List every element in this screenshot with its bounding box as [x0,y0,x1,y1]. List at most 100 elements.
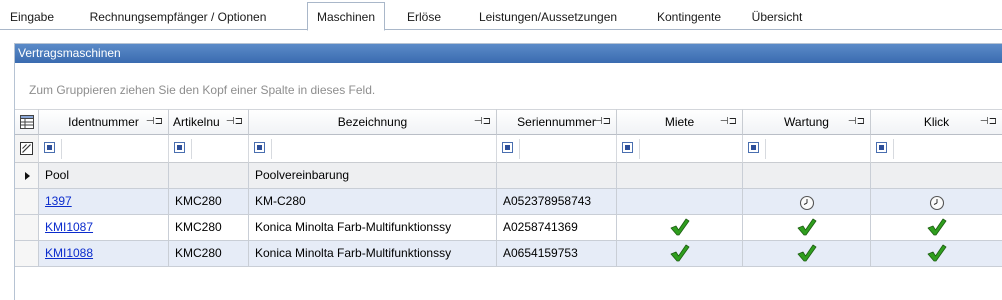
filter-cell-miete [617,135,743,163]
filter-input-wartung[interactable] [765,139,866,159]
cell-text: A052378958743 [503,194,592,208]
pin-icon[interactable]: ⊣⊐ [594,110,611,134]
column-label: Bezeichnung [337,115,408,129]
cell-artikel[interactable]: KMC280 [169,215,249,241]
filter-row [15,135,1002,163]
filter-operator-button[interactable] [254,142,265,153]
cell-miete[interactable] [617,163,743,189]
ident-link[interactable]: KMI1088 [45,246,93,260]
table-row[interactable]: Pool Poolvereinbarung [15,163,1002,189]
cell-artikel[interactable]: KMC280 [169,241,249,267]
checkmark-icon [797,218,817,240]
row-indicator[interactable] [15,163,39,189]
cell-wartung[interactable] [743,241,871,267]
ident-link[interactable]: KMI1087 [45,220,93,234]
filter-cell-identnummer [39,135,169,163]
row-indicator[interactable] [15,241,39,267]
tab-rechnungsempfaenger-optionen[interactable]: Rechnungsempfänger / Optionen [80,6,276,30]
cell-serien[interactable]: A052378958743 [497,189,617,215]
filter-operator-button[interactable] [876,142,887,153]
column-label: Klick [923,115,950,129]
cell-klick[interactable] [871,163,1002,189]
filter-cell-wartung [743,135,871,163]
cell-wartung[interactable] [743,215,871,241]
tab-kontingente[interactable]: Kontingente [646,6,732,30]
row-indicator[interactable] [15,189,39,215]
pin-icon[interactable]: ⊣⊐ [980,110,997,134]
group-by-hint: Zum Gruppieren ziehen Sie den Kopf einer… [29,83,376,97]
table-row[interactable]: KMI1088 KMC280 Konica Minolta Farb-Multifu… [15,241,1002,267]
column-header-wartung[interactable]: Wartung ⊣⊐ [743,109,871,135]
pin-icon[interactable]: ⊣⊐ [146,110,163,134]
filter-clear-button[interactable] [15,135,39,163]
filter-operator-button[interactable] [174,142,185,153]
filter-operator-button[interactable] [622,142,633,153]
filter-operator-button[interactable] [502,142,513,153]
panel-caption: Vertragsmaschinen [15,44,1002,63]
cell-wartung[interactable] [743,163,871,189]
row-indicator[interactable] [15,215,39,241]
cell-klick[interactable] [871,215,1002,241]
pin-icon[interactable]: ⊣⊐ [848,110,865,134]
cell-serien[interactable]: A0258741369 [497,215,617,241]
cell-text: Poolvereinbarung [255,168,350,182]
column-header-identnummer[interactable]: Identnummer ⊣⊐ [39,109,169,135]
tab-maschinen[interactable]: Maschinen [307,2,385,31]
cell-miete[interactable] [617,189,743,215]
table-row[interactable]: 1397 KMC280 KM-C280 A052378958743 [15,189,1002,215]
cell-artikel[interactable] [169,163,249,189]
filter-input-artikelnummer[interactable] [191,139,244,159]
cell-serien[interactable] [497,163,617,189]
clock-icon [929,195,945,214]
filter-clear-icon [20,142,33,155]
cell-text: Pool [45,168,70,182]
column-header-bezeichnung[interactable]: Bezeichnung ⊣⊐ [249,109,497,135]
checkmark-icon [670,218,690,240]
filter-input-miete[interactable] [639,139,738,159]
filter-input-seriennummer[interactable] [519,139,612,159]
filter-cell-bezeichnung [249,135,497,163]
tab-strip-divider [0,29,1002,30]
column-header-artikelnummer[interactable]: Artikelnu ⊣⊐ [169,109,249,135]
checkmark-icon [927,244,947,266]
cell-bezeichnung[interactable]: KM-C280 [249,189,497,215]
column-chooser-button[interactable] [15,109,39,135]
filter-operator-button[interactable] [748,142,759,153]
cell-ident[interactable]: Pool [39,163,169,189]
filter-input-klick[interactable] [893,139,998,159]
pin-icon[interactable]: ⊣⊐ [474,110,491,134]
column-header-miete[interactable]: Miete ⊣⊐ [617,109,743,135]
cell-klick[interactable] [871,189,1002,215]
cell-ident[interactable]: KMI1088 [39,241,169,267]
cell-bezeichnung[interactable]: Konica Minolta Farb-Multifunktionssy [249,241,497,267]
table-row[interactable]: KMI1087 KMC280 Konica Minolta Farb-Multifu… [15,215,1002,241]
column-chooser-icon [20,115,34,129]
pin-icon[interactable]: ⊣⊐ [720,110,737,134]
cell-text: Konica Minolta Farb-Multifunktionssy [255,220,452,234]
tab-eingabe[interactable]: Eingabe [4,6,60,30]
column-header-seriennummer[interactable]: Seriennummer ⊣⊐ [497,109,617,135]
cell-text: KMC280 [175,194,222,208]
cell-miete[interactable] [617,241,743,267]
filter-input-identnummer[interactable] [61,139,164,159]
ident-link[interactable]: 1397 [45,194,72,208]
cell-bezeichnung[interactable]: Poolvereinbarung [249,163,497,189]
filter-cell-klick [871,135,1002,163]
tab-leistungen-aussetzungen[interactable]: Leistungen/Aussetzungen [463,6,633,30]
cell-miete[interactable] [617,215,743,241]
cell-serien[interactable]: A0654159753 [497,241,617,267]
checkmark-icon [797,244,817,266]
filter-input-bezeichnung[interactable] [271,139,492,159]
cell-wartung[interactable] [743,189,871,215]
group-by-area[interactable]: Zum Gruppieren ziehen Sie den Kopf einer… [15,63,1002,109]
cell-ident[interactable]: KMI1087 [39,215,169,241]
cell-artikel[interactable]: KMC280 [169,189,249,215]
tab-uebersicht[interactable]: Übersicht [744,6,810,30]
filter-operator-button[interactable] [44,142,55,153]
column-header-klick[interactable]: Klick ⊣⊐ [871,109,1002,135]
cell-ident[interactable]: 1397 [39,189,169,215]
cell-klick[interactable] [871,241,1002,267]
tab-erloese[interactable]: Erlöse [398,6,450,30]
pin-icon[interactable]: ⊣⊐ [226,110,243,134]
cell-bezeichnung[interactable]: Konica Minolta Farb-Multifunktionssy [249,215,497,241]
